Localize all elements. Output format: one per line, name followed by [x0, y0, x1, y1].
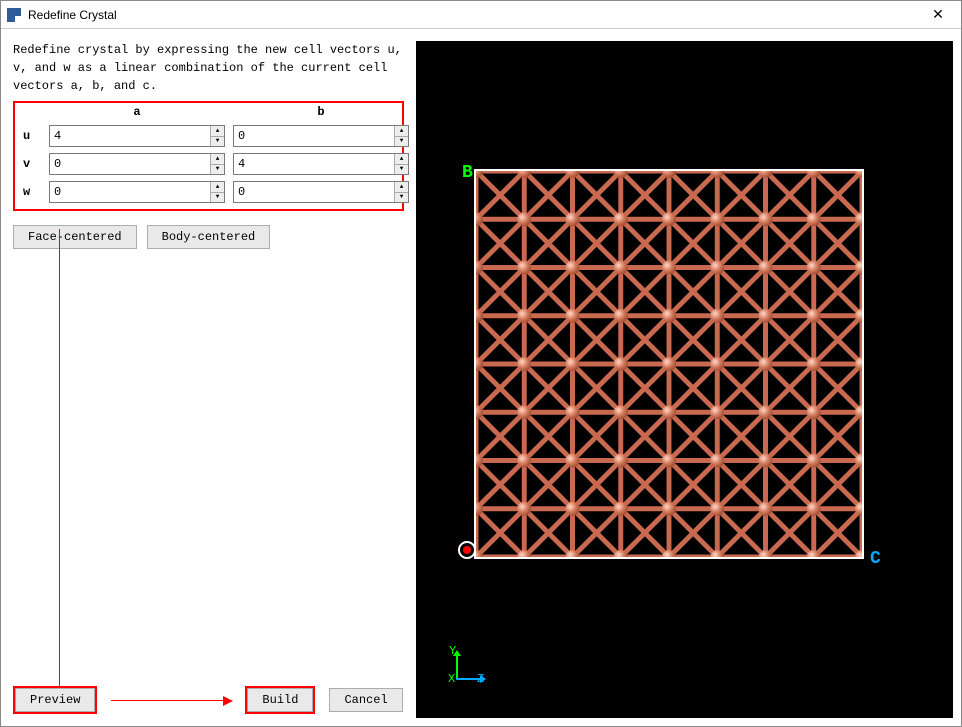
- annotation-arrow-right: [111, 700, 231, 701]
- titlebar: Redefine Crystal ✕: [1, 1, 961, 29]
- spin-up-icon[interactable]: ▲: [211, 126, 224, 137]
- spin-up-icon[interactable]: ▲: [395, 126, 408, 137]
- input-w-b[interactable]: [234, 182, 394, 202]
- row-head-u: u: [19, 129, 41, 143]
- axis-y-line: [456, 654, 458, 680]
- axis-label-c: C: [870, 549, 881, 569]
- face-centered-button[interactable]: Face-centered: [13, 225, 137, 249]
- row-head-w: w: [19, 185, 41, 199]
- col-head-a: a: [49, 105, 225, 119]
- spin-down-icon[interactable]: ▼: [395, 137, 408, 147]
- body-centered-button[interactable]: Body-centered: [147, 225, 271, 249]
- input-u-a[interactable]: [50, 126, 210, 146]
- spin-down-icon[interactable]: ▼: [395, 165, 408, 175]
- input-w-a[interactable]: [50, 182, 210, 202]
- crystal-lattice-render: [476, 171, 862, 557]
- row-head-v: v: [19, 157, 41, 171]
- origin-marker: [458, 541, 476, 559]
- axis-label-y: Y: [449, 644, 456, 658]
- annotation-arrow-down: [59, 229, 60, 694]
- spinner-u-b[interactable]: ▲▼: [233, 125, 409, 147]
- description-text: Redefine crystal by expressing the new c…: [13, 41, 404, 95]
- axis-label-z: Z: [477, 672, 484, 686]
- matrix-annotation-box: a b c u ▲▼ ▲▼ ▲▼ v ▲▼ ▲▼ ▲▼ w ▲▼ ▲▼ ▲▼: [13, 101, 404, 211]
- app-icon: [7, 8, 21, 22]
- matrix-grid: a b c u ▲▼ ▲▼ ▲▼ v ▲▼ ▲▼ ▲▼ w ▲▼ ▲▼ ▲▼: [19, 105, 398, 203]
- crystal-cell-outline: [474, 169, 864, 559]
- spinner-u-a[interactable]: ▲▼: [49, 125, 225, 147]
- crystal-viewport[interactable]: B C Y X Z: [416, 41, 953, 718]
- annotation-build-box: Build: [245, 686, 315, 714]
- spin-down-icon[interactable]: ▼: [211, 137, 224, 147]
- spinner-v-b[interactable]: ▲▼: [233, 153, 409, 175]
- annotation-preview-box: Preview: [13, 686, 97, 714]
- spinner-w-a[interactable]: ▲▼: [49, 181, 225, 203]
- spinner-w-b[interactable]: ▲▼: [233, 181, 409, 203]
- spinner-v-a[interactable]: ▲▼: [49, 153, 225, 175]
- spin-up-icon[interactable]: ▲: [395, 182, 408, 193]
- spin-down-icon[interactable]: ▼: [211, 193, 224, 203]
- close-button[interactable]: ✕: [921, 6, 955, 23]
- col-head-b: b: [233, 105, 409, 119]
- axis-label-x: X: [448, 672, 455, 686]
- build-button[interactable]: Build: [247, 688, 313, 712]
- spin-up-icon[interactable]: ▲: [211, 182, 224, 193]
- input-v-b[interactable]: [234, 154, 394, 174]
- preview-button[interactable]: Preview: [15, 688, 95, 712]
- spin-up-icon[interactable]: ▲: [211, 154, 224, 165]
- spin-up-icon[interactable]: ▲: [395, 154, 408, 165]
- window-title: Redefine Crystal: [28, 8, 921, 22]
- axis-label-b: B: [462, 163, 473, 183]
- cancel-button[interactable]: Cancel: [329, 688, 402, 712]
- spin-down-icon[interactable]: ▼: [211, 165, 224, 175]
- input-u-b[interactable]: [234, 126, 394, 146]
- input-v-a[interactable]: [50, 154, 210, 174]
- spin-down-icon[interactable]: ▼: [395, 193, 408, 203]
